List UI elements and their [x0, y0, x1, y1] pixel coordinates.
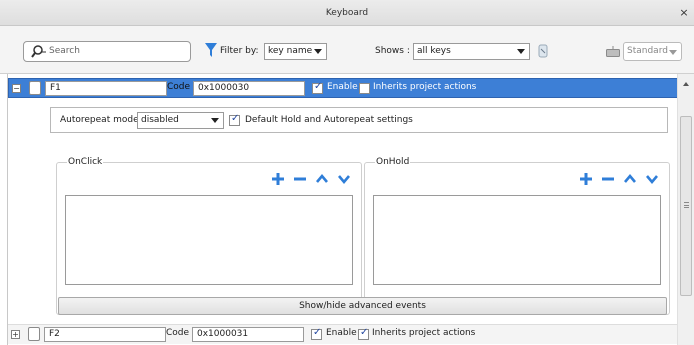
filter-select[interactable]: key name — [264, 43, 327, 60]
key-row-f2[interactable]: + F2 Code 0x1000031 Enable Inherits proj… — [8, 324, 678, 344]
enable-checkbox[interactable] — [311, 327, 322, 340]
search-icon — [31, 45, 46, 58]
plus-icon[interactable] — [271, 171, 285, 187]
enable-label: Enable — [326, 328, 357, 338]
default-hold-checkbox[interactable] — [229, 113, 240, 126]
key-select-checkbox[interactable] — [29, 81, 41, 95]
autorepeat-select[interactable]: disabled — [137, 112, 224, 129]
shows-select-value: all keys — [417, 46, 451, 56]
layout-select[interactable]: Standard — [623, 42, 682, 61]
key-name-field[interactable]: F1 — [45, 81, 167, 96]
autorepeat-label: Autorepeat mode — [60, 115, 139, 125]
filter-select-value: key name — [268, 46, 313, 56]
clear-filter-icon[interactable] — [537, 44, 549, 58]
chevron-down-icon — [517, 49, 525, 54]
onhold-group: OnHold — [364, 157, 670, 315]
shows-select[interactable]: all keys — [413, 43, 530, 60]
chevron-down-icon — [314, 49, 322, 54]
onhold-title: OnHold — [375, 157, 411, 167]
search-input[interactable]: Search — [23, 41, 191, 62]
onclick-title: OnClick — [67, 157, 104, 167]
minus-icon[interactable] — [601, 171, 615, 187]
chevron-down-icon — [669, 50, 677, 55]
autorepeat-select-value: disabled — [141, 115, 179, 125]
enable-checkbox[interactable] — [312, 81, 323, 94]
scroll-up-icon[interactable] — [683, 82, 689, 86]
title-bar: Keyboard × — [0, 0, 694, 26]
onclick-group: OnClick — [56, 157, 362, 315]
inherit-label: Inherits project actions — [372, 328, 476, 338]
plus-icon[interactable] — [579, 171, 593, 187]
chevron-up-icon[interactable] — [623, 171, 637, 187]
chevron-down-icon[interactable] — [337, 171, 351, 187]
filter-label: Filter by: — [220, 46, 259, 56]
autorepeat-panel: Autorepeat mode disabled Default Hold an… — [50, 107, 668, 133]
keyboard-icon — [606, 46, 620, 57]
vertical-scrollbar[interactable] — [677, 74, 694, 345]
close-icon[interactable]: × — [677, 0, 691, 26]
default-hold-label: Default Hold and Autorepeat settings — [245, 115, 413, 125]
onhold-action-list[interactable] — [373, 195, 661, 285]
search-placeholder: Search — [49, 46, 80, 56]
key-select-checkbox[interactable] — [28, 327, 40, 341]
show-hide-advanced-button[interactable]: Show/hide advanced events — [58, 297, 667, 315]
window-title: Keyboard — [325, 8, 369, 18]
chevron-down-icon — [211, 118, 219, 123]
key-row-f1[interactable]: − F1 Code 0x1000030 Enable Inherits proj… — [8, 78, 678, 98]
key-code-field[interactable]: 0x1000030 — [193, 81, 305, 96]
chevron-up-icon[interactable] — [315, 171, 329, 187]
expand-icon[interactable]: + — [11, 330, 20, 339]
layout-select-value: Standard — [627, 46, 668, 56]
inherit-checkbox[interactable] — [358, 327, 369, 340]
key-name-field[interactable]: F2 — [44, 327, 166, 342]
toolbar: Search Filter by: key name Shows : all k… — [0, 26, 694, 74]
onclick-action-list[interactable] — [65, 195, 353, 285]
collapse-icon[interactable]: − — [12, 84, 21, 93]
chevron-down-icon[interactable] — [645, 171, 659, 187]
key-code-field[interactable]: 0x1000031 — [192, 327, 304, 342]
funnel-icon — [205, 43, 217, 57]
key-list: − F1 Code 0x1000030 Enable Inherits proj… — [7, 74, 694, 345]
code-label: Code — [167, 82, 191, 92]
code-label: Code — [166, 328, 190, 338]
scrollbar-thumb[interactable] — [680, 116, 692, 296]
grip-icon — [684, 202, 689, 208]
enable-label: Enable — [327, 82, 358, 92]
minus-icon[interactable] — [293, 171, 307, 187]
inherit-checkbox[interactable] — [359, 83, 370, 94]
shows-label: Shows : — [375, 46, 410, 56]
inherit-label: Inherits project actions — [373, 82, 477, 92]
